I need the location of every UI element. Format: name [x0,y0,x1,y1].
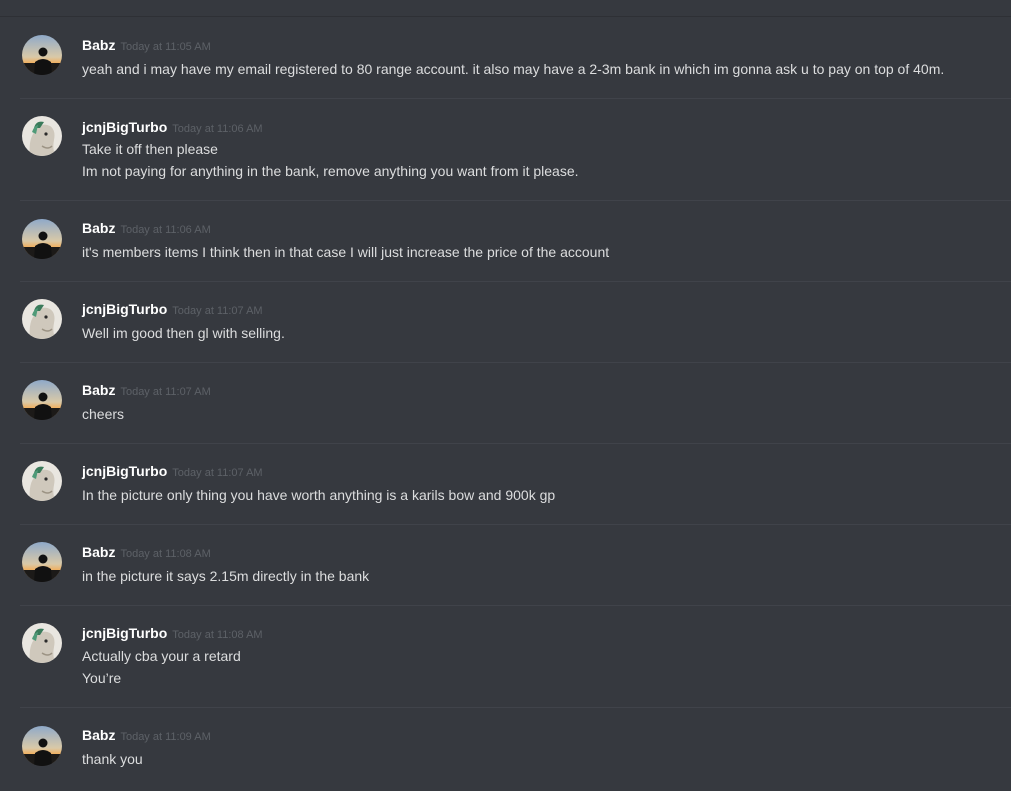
sunset-silhouette-icon [22,726,62,766]
username[interactable]: jcnjBigTurbo [82,119,167,135]
username[interactable]: jcnjBigTurbo [82,301,167,317]
user-avatar-babz[interactable] [22,35,62,75]
message-content: Take it off then please Im not paying fo… [82,138,579,182]
message-group: jcnjBigTurbo Today at 11:08 AM Actually c… [0,605,1011,707]
message-text: in the picture it says 2.15m directly in… [82,568,370,584]
username[interactable]: Babz [82,220,115,236]
timestamp[interactable]: Today at 11:08 AM [120,548,210,560]
username[interactable]: jcnjBigTurbo [82,463,167,479]
message-divider [20,281,1011,282]
horse-icon [22,461,62,501]
username[interactable]: Babz [82,37,115,53]
message-group: jcnjBigTurbo Today at 11:07 AM Well im go… [0,281,1011,362]
message-header: jcnjBigTurbo Today at 11:06 AM [82,119,263,137]
message-text: it's members items I think then in that … [82,244,610,260]
message-group: jcnjBigTurbo Today at 11:07 AM In the pic… [0,443,1011,524]
username[interactable]: Babz [82,727,115,743]
message-group: jcnjBigTurbo Today at 11:06 AM Take it of… [0,98,1011,200]
message-header: Babz Today at 11:05 AM [82,37,211,55]
username[interactable]: jcnjBigTurbo [82,625,167,641]
sunset-silhouette-icon [22,380,62,420]
message-text: In the picture only thing you have worth… [82,487,556,503]
message-text: Im not paying for anything in the bank, … [82,163,579,179]
message-header: Babz Today at 11:09 AM [82,727,211,745]
user-avatar-babz[interactable] [22,380,62,420]
message-header: jcnjBigTurbo Today at 11:07 AM [82,301,263,319]
message-group: Babz Today at 11:09 AM thank you [0,707,1011,791]
message-content: Well im good then gl with selling. [82,322,285,344]
message-text: cheers [82,406,125,422]
message-header: jcnjBigTurbo Today at 11:07 AM [82,463,263,481]
sunset-silhouette-icon [22,219,62,259]
timestamp[interactable]: Today at 11:06 AM [172,123,262,135]
message-text: thank you [82,751,143,767]
user-avatar-jcnjbigturbo[interactable] [22,461,62,501]
message-group: Babz Today at 11:08 AM in the picture it … [0,524,1011,605]
message-content: yeah and i may have my email registered … [82,58,944,80]
timestamp[interactable]: Today at 11:06 AM [120,224,210,236]
message-content: cheers [82,403,124,425]
message-header: jcnjBigTurbo Today at 11:08 AM [82,625,263,643]
message-text: You’re [82,670,122,686]
user-avatar-babz[interactable] [22,726,62,766]
message-text: Actually cba your a retard [82,648,241,664]
message-header: Babz Today at 11:08 AM [82,544,211,562]
message-divider [20,524,1011,525]
message-content: In the picture only thing you have worth… [82,484,555,506]
message-divider [20,98,1011,99]
timestamp[interactable]: Today at 11:07 AM [172,467,262,479]
message-header: Babz Today at 11:06 AM [82,220,211,238]
message-content: thank you [82,748,143,770]
message-group: Babz Today at 11:07 AM cheers [0,362,1011,443]
timestamp[interactable]: Today at 11:08 AM [172,629,262,641]
horse-icon [22,299,62,339]
message-group: Babz Today at 11:05 AM yeah and i may hav… [0,17,1011,98]
message-content: it's members items I think then in that … [82,241,609,263]
horse-icon [22,623,62,663]
message-header: Babz Today at 11:07 AM [82,382,211,400]
message-text: Well im good then gl with selling. [82,325,285,341]
sunset-silhouette-icon [22,35,62,75]
timestamp[interactable]: Today at 11:07 AM [172,305,262,317]
message-content: in the picture it says 2.15m directly in… [82,565,369,587]
user-avatar-jcnjbigturbo[interactable] [22,116,62,156]
user-avatar-babz[interactable] [22,542,62,582]
message-divider [20,443,1011,444]
top-bar [0,0,1011,17]
message-divider [20,707,1011,708]
message-divider [20,605,1011,606]
message-text: Take it off then please [82,141,218,157]
message-group: Babz Today at 11:06 AM it's members items… [0,200,1011,281]
timestamp[interactable]: Today at 11:09 AM [120,731,210,743]
username[interactable]: Babz [82,544,115,560]
timestamp[interactable]: Today at 11:05 AM [120,41,210,53]
message-divider [20,362,1011,363]
message-text: yeah and i may have my email registered … [82,61,945,77]
user-avatar-babz[interactable] [22,219,62,259]
message-content: Actually cba your a retard You’re [82,645,241,689]
sunset-silhouette-icon [22,542,62,582]
message-divider [20,200,1011,201]
user-avatar-jcnjbigturbo[interactable] [22,623,62,663]
username[interactable]: Babz [82,382,115,398]
chat-message-list: Babz Today at 11:05 AM yeah and i may hav… [0,17,1011,791]
timestamp[interactable]: Today at 11:07 AM [120,386,210,398]
user-avatar-jcnjbigturbo[interactable] [22,299,62,339]
horse-icon [22,116,62,156]
